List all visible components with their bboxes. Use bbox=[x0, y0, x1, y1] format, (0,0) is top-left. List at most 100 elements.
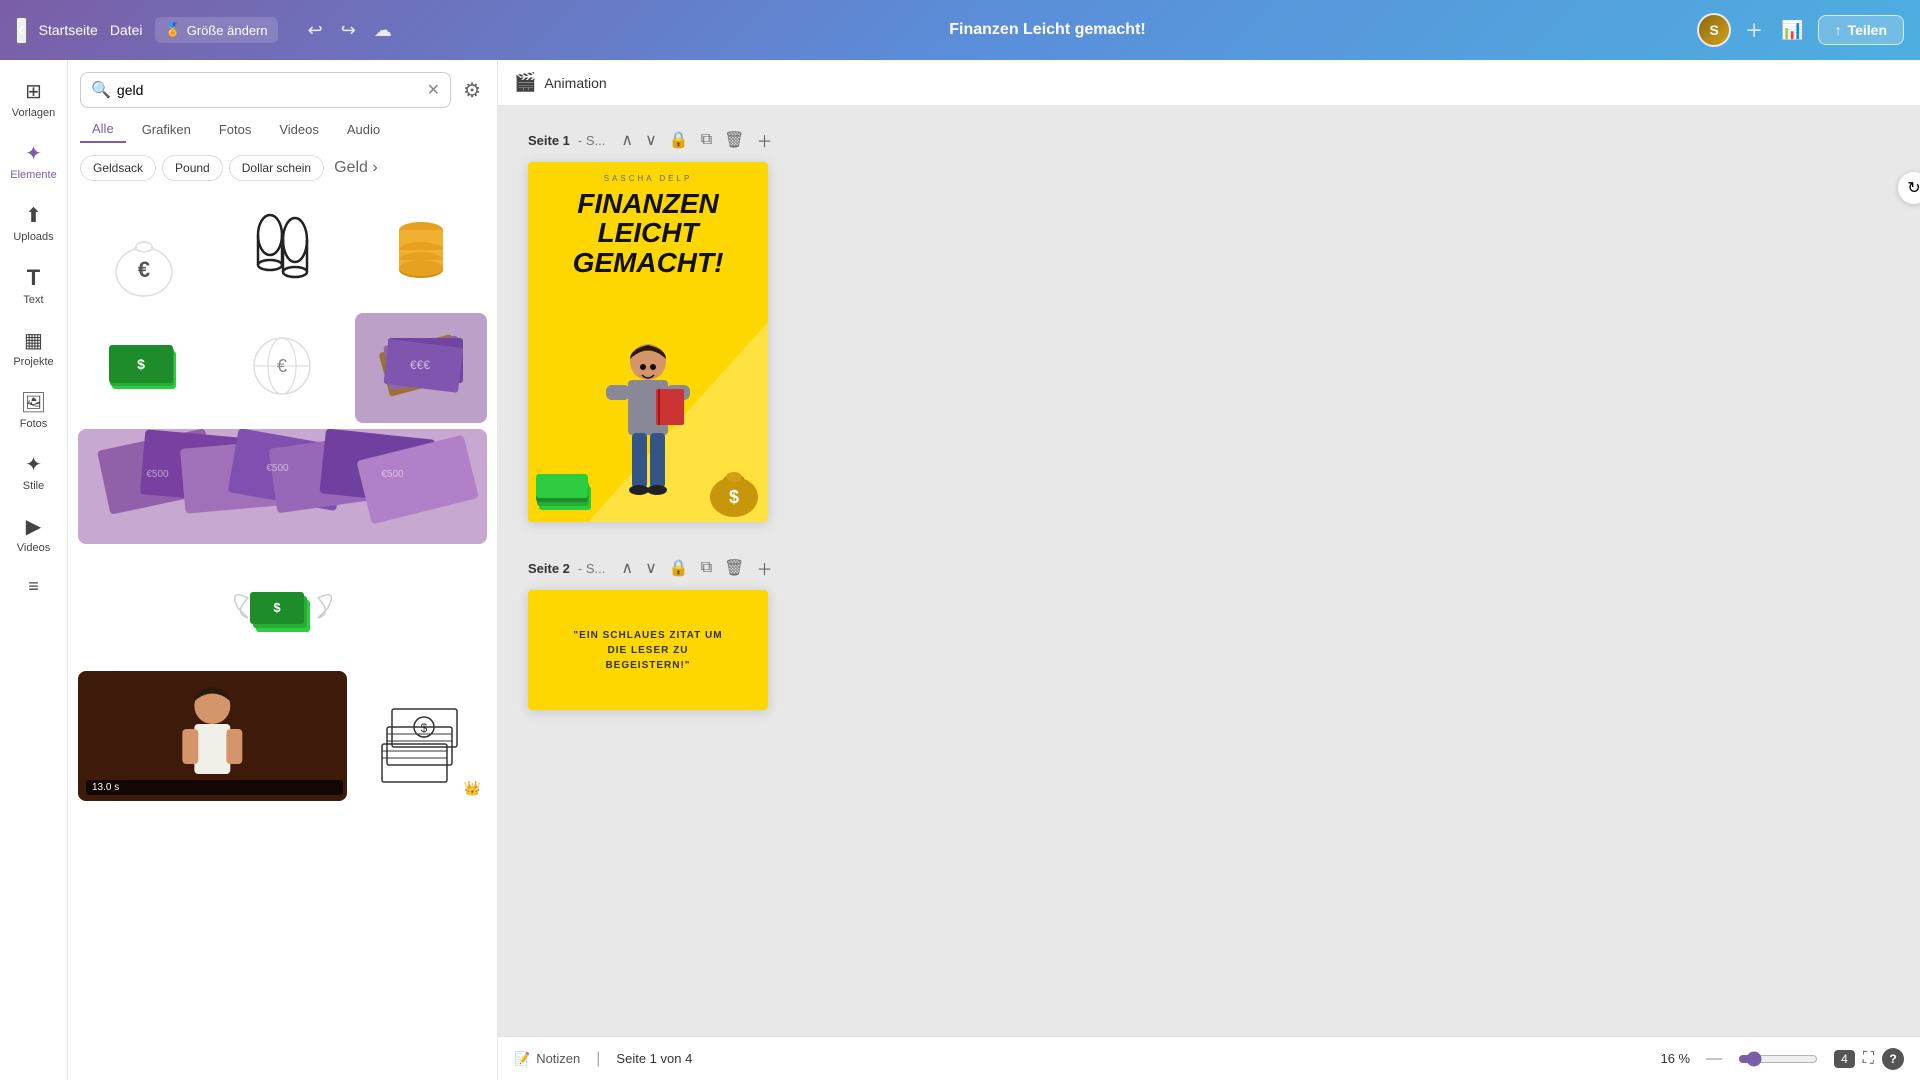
page-2-design-card[interactable]: "EIN SCHLAUES ZITAT UMDIE LESER ZUBEGEIS… bbox=[528, 590, 768, 710]
projekte-label: Projekte bbox=[13, 356, 53, 368]
view-buttons: 4 ⛶ ? bbox=[1834, 1046, 1904, 1072]
page-2-item: Seite 2 - S... ∧ ∨ 🔒 ⧉ 🗑 ＋ "EIN SCHLAUES… bbox=[528, 554, 1890, 710]
tab-alle[interactable]: Alle bbox=[80, 116, 126, 143]
page-2-down-button[interactable]: ∨ bbox=[641, 556, 661, 580]
page-1-delete-button[interactable]: 🗑 bbox=[720, 128, 748, 152]
svg-text:€500: €500 bbox=[381, 469, 404, 480]
chip-dollar-schein[interactable]: Dollar schein bbox=[229, 155, 324, 181]
search-input[interactable] bbox=[117, 82, 421, 98]
notes-button[interactable]: 📝 Notizen bbox=[514, 1051, 580, 1067]
chip-geldsack[interactable]: Geldsack bbox=[80, 155, 156, 181]
page-1-duplicate-button[interactable]: ⧉ bbox=[697, 129, 716, 151]
gold-coins-svg bbox=[388, 210, 453, 295]
page-2-delete-button[interactable]: 🗑 bbox=[720, 556, 748, 580]
header-right: S ＋ 📊 ↑ Teilen bbox=[1697, 13, 1904, 47]
stile-label: Stile bbox=[23, 480, 44, 492]
avatar-image: S bbox=[1699, 15, 1729, 45]
animation-label: Animation bbox=[544, 75, 606, 91]
result-woman-video[interactable]: 13.0 s bbox=[78, 671, 347, 801]
page-1-lock-button[interactable]: 🔒 bbox=[665, 128, 693, 152]
svg-text:€€€: €€€ bbox=[410, 358, 430, 372]
result-gold-coins[interactable] bbox=[355, 197, 487, 307]
tab-videos[interactable]: Videos bbox=[267, 117, 331, 142]
svg-text:€: € bbox=[138, 257, 150, 282]
search-clear-button[interactable]: ✕ bbox=[427, 80, 440, 100]
page-1-add-button[interactable]: ＋ bbox=[752, 126, 776, 154]
sidebar-item-projekte[interactable]: ▦ Projekte bbox=[0, 318, 67, 378]
sidebar-item-elemente[interactable]: ✦ Elemente bbox=[0, 131, 67, 191]
sidebar-item-fotos[interactable]: 🖼 Fotos bbox=[0, 380, 67, 440]
search-panel: 🔍 ✕ ⚙ Alle Grafiken Fotos Videos Audio G… bbox=[68, 60, 498, 1080]
share-button[interactable]: ↑ Teilen bbox=[1818, 15, 1904, 45]
sidebar-item-uploads[interactable]: ⬆ Uploads bbox=[0, 193, 67, 253]
resize-button[interactable]: 🏅 Größe ändern bbox=[155, 17, 278, 43]
sidebar-item-vorlagen[interactable]: ⊞ Vorlagen bbox=[0, 69, 67, 129]
euro-notes-svg: €500 €500 €500 bbox=[78, 429, 487, 544]
zoom-slider[interactable] bbox=[1738, 1051, 1818, 1067]
sidebar-item-patterns[interactable]: ≡ bbox=[0, 566, 67, 607]
chips-next-button[interactable]: Geld › bbox=[330, 155, 382, 181]
result-euro-globe[interactable]: € bbox=[216, 313, 348, 423]
notes-icon: 📝 bbox=[514, 1051, 530, 1067]
green-cash-svg: $ bbox=[109, 341, 179, 396]
result-coin-stack[interactable] bbox=[216, 197, 348, 307]
page-1-down-button[interactable]: ∨ bbox=[641, 128, 661, 152]
page-2-header: Seite 2 - S... ∧ ∨ 🔒 ⧉ 🗑 ＋ bbox=[528, 554, 1890, 582]
back-button[interactable]: ‹ bbox=[16, 17, 27, 44]
sidebar-item-text[interactable]: T Text bbox=[0, 255, 67, 316]
avatar[interactable]: S bbox=[1697, 13, 1731, 47]
page-2-up-button[interactable]: ∧ bbox=[617, 556, 637, 580]
sidebar-item-stile[interactable]: ✦ Stile bbox=[0, 442, 67, 502]
result-cash-photo[interactable]: €€€ bbox=[355, 313, 487, 423]
elemente-icon: ✦ bbox=[25, 141, 42, 166]
tab-fotos[interactable]: Fotos bbox=[207, 117, 264, 142]
home-link[interactable]: Startseite bbox=[39, 22, 98, 38]
result-euro-notes-full[interactable]: €500 €500 €500 bbox=[78, 429, 487, 544]
filter-icon: ⚙ bbox=[463, 80, 481, 102]
suggestion-chips: Geldsack Pound Dollar schein Geld › bbox=[68, 151, 497, 189]
svg-text:$: $ bbox=[421, 721, 428, 735]
result-euro-bag[interactable]: € bbox=[78, 197, 210, 307]
crown-badge: 👑 bbox=[464, 780, 481, 797]
fullscreen-button[interactable]: ⛶ bbox=[1859, 1046, 1878, 1072]
search-filter-button[interactable]: ⚙ bbox=[459, 74, 485, 107]
redo-button[interactable]: ↪ bbox=[335, 16, 362, 45]
canvas-scroll[interactable]: Seite 1 - S... ∧ ∨ 🔒 ⧉ 🗑 ＋ SA bbox=[498, 106, 1920, 1036]
medal-icon: 🏅 bbox=[165, 22, 181, 38]
project-title: Finanzen Leicht gemacht! bbox=[949, 21, 1145, 38]
file-link[interactable]: Datei bbox=[110, 22, 143, 38]
help-button[interactable]: ? bbox=[1882, 1048, 1904, 1070]
result-winged-cash[interactable]: $ bbox=[78, 550, 487, 665]
text-label: Text bbox=[23, 294, 43, 306]
chip-pound[interactable]: Pound bbox=[162, 155, 223, 181]
result-row-5: 13.0 s $ 👑 bbox=[78, 671, 487, 801]
euro-globe-svg: € bbox=[247, 326, 317, 411]
share-label: Teilen bbox=[1848, 22, 1887, 38]
video-duration-badge: 13.0 s bbox=[86, 780, 343, 795]
header: ‹ Startseite Datei 🏅 Größe ändern ↩ ↪ ☁ … bbox=[0, 0, 1920, 60]
page-1-refresh-button[interactable]: ↻ bbox=[1898, 172, 1920, 204]
analytics-button[interactable]: 📊 bbox=[1777, 16, 1807, 45]
page-1-design-card[interactable]: SASCHA DELP FINANZEN LEICHT GEMACHT! bbox=[528, 162, 768, 522]
page-2-lock-button[interactable]: 🔒 bbox=[665, 556, 693, 580]
page-2-duplicate-button[interactable]: ⧉ bbox=[697, 557, 716, 579]
page-2-add-button[interactable]: ＋ bbox=[752, 554, 776, 582]
add-user-button[interactable]: ＋ bbox=[1741, 13, 1767, 47]
page-2-subtitle: - S... bbox=[578, 561, 605, 576]
page-1-label: Seite 1 bbox=[528, 133, 570, 148]
sidebar-item-videos[interactable]: ▶ Videos bbox=[0, 504, 67, 564]
result-cash-sketch[interactable]: $ 👑 bbox=[353, 671, 487, 801]
result-green-cash[interactable]: $ bbox=[78, 313, 210, 423]
page-count-badge[interactable]: 4 bbox=[1834, 1050, 1855, 1068]
page-1-up-button[interactable]: ∧ bbox=[617, 128, 637, 152]
cloud-save-button[interactable]: ☁ bbox=[368, 16, 398, 45]
tab-grafiken[interactable]: Grafiken bbox=[130, 117, 203, 142]
tab-audio[interactable]: Audio bbox=[335, 117, 392, 142]
main-layout: ⊞ Vorlagen ✦ Elemente ⬆ Uploads T Text ▦… bbox=[0, 60, 1920, 1080]
text-icon: T bbox=[27, 265, 40, 291]
undo-button[interactable]: ↩ bbox=[302, 16, 329, 45]
page-1-author: SASCHA DELP bbox=[528, 162, 768, 183]
canvas-area: 🎬 Animation Seite 1 - S... ∧ ∨ 🔒 ⧉ 🗑 ＋ bbox=[498, 60, 1920, 1080]
animation-icon: 🎬 bbox=[514, 72, 536, 93]
page-1-money-stack-svg bbox=[536, 474, 594, 512]
